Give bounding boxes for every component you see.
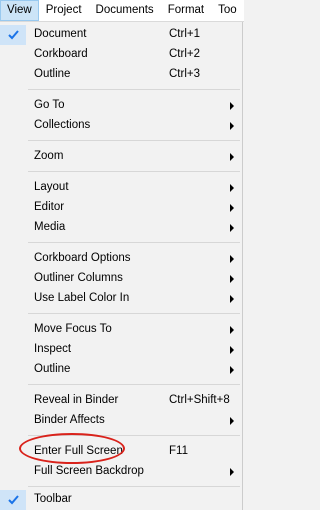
menu-item-label: Zoom bbox=[34, 150, 64, 162]
submenu-arrow-icon bbox=[230, 295, 234, 303]
menu-item-label: Full Screen Backdrop bbox=[34, 465, 144, 477]
checkmark-cell bbox=[0, 25, 26, 45]
menu-item-outliner-columns[interactable]: Outliner Columns bbox=[0, 269, 242, 289]
menu-item-document[interactable]: Document Ctrl+1 bbox=[0, 25, 242, 45]
menubar-documents[interactable]: Documents bbox=[89, 0, 161, 21]
submenu-arrow-icon bbox=[230, 102, 234, 110]
view-menu-dropdown: Document Ctrl+1 Corkboard Ctrl+2 Outline… bbox=[0, 22, 243, 510]
menubar-tools[interactable]: Too bbox=[211, 0, 244, 21]
checkmark-cell bbox=[0, 490, 26, 510]
menu-item-shortcut: Ctrl+2 bbox=[169, 48, 200, 60]
submenu-arrow-icon bbox=[230, 346, 234, 354]
menu-separator bbox=[28, 242, 240, 243]
menu-item-label: Collections bbox=[34, 119, 91, 131]
menu-item-media[interactable]: Media bbox=[0, 218, 242, 238]
menu-item-label: Outline bbox=[34, 68, 71, 80]
menu-item-inspect[interactable]: Inspect bbox=[0, 340, 242, 360]
menu-item-zoom[interactable]: Zoom bbox=[0, 147, 242, 167]
submenu-arrow-icon bbox=[230, 255, 234, 263]
submenu-arrow-icon bbox=[230, 468, 234, 476]
submenu-arrow-icon bbox=[230, 366, 234, 374]
menu-item-label: Inspect bbox=[34, 343, 72, 355]
menu-separator bbox=[28, 486, 240, 487]
menu-item-outline-submenu[interactable]: Outline bbox=[0, 360, 242, 380]
menubar-project[interactable]: Project bbox=[39, 0, 89, 21]
menu-item-label: Media bbox=[34, 221, 66, 233]
menu-item-outline-view[interactable]: Outline Ctrl+3 bbox=[0, 65, 242, 85]
menu-item-use-label-color-in[interactable]: Use Label Color In bbox=[0, 289, 242, 309]
submenu-arrow-icon bbox=[230, 326, 234, 334]
menubar-format[interactable]: Format bbox=[161, 0, 211, 21]
menu-item-full-screen-backdrop[interactable]: Full Screen Backdrop bbox=[0, 462, 242, 482]
menu-item-shortcut: Ctrl+1 bbox=[169, 28, 200, 40]
menu-item-toolbar[interactable]: Toolbar bbox=[0, 490, 242, 510]
menu-item-label: Corkboard bbox=[34, 48, 88, 60]
submenu-arrow-icon bbox=[230, 153, 234, 161]
menu-item-label: Enter Full Screen bbox=[34, 445, 123, 457]
menu-item-label: Move Focus To bbox=[34, 323, 112, 335]
checkmark-icon bbox=[8, 495, 19, 505]
menu-item-shortcut: F11 bbox=[169, 445, 188, 457]
menu-item-go-to[interactable]: Go To bbox=[0, 96, 242, 116]
menu-item-label: Document bbox=[34, 28, 87, 40]
menu-separator bbox=[28, 140, 240, 141]
menu-separator bbox=[28, 313, 240, 314]
menu-item-label: Binder Affects bbox=[34, 414, 105, 426]
menu-item-corkboard[interactable]: Corkboard Ctrl+2 bbox=[0, 45, 242, 65]
menu-item-corkboard-options[interactable]: Corkboard Options bbox=[0, 249, 242, 269]
menu-separator bbox=[28, 384, 240, 385]
menu-item-label: Outline bbox=[34, 363, 71, 375]
menu-item-move-focus-to[interactable]: Move Focus To bbox=[0, 320, 242, 340]
menu-item-label: Layout bbox=[34, 181, 69, 193]
menu-item-label: Reveal in Binder bbox=[34, 394, 119, 406]
menu-item-enter-full-screen[interactable]: Enter Full Screen F11 bbox=[0, 442, 242, 462]
submenu-arrow-icon bbox=[230, 224, 234, 232]
menu-item-label: Outliner Columns bbox=[34, 272, 123, 284]
checkmark-icon bbox=[8, 30, 19, 40]
submenu-arrow-icon bbox=[230, 184, 234, 192]
menu-separator bbox=[28, 435, 240, 436]
menubar-view[interactable]: View bbox=[0, 0, 39, 21]
menu-item-label: Corkboard Options bbox=[34, 252, 131, 264]
menu-item-label: Toolbar bbox=[34, 493, 72, 505]
submenu-arrow-icon bbox=[230, 417, 234, 425]
menu-item-editor[interactable]: Editor bbox=[0, 198, 242, 218]
menu-item-shortcut: Ctrl+3 bbox=[169, 68, 200, 80]
menu-item-label: Go To bbox=[34, 99, 65, 111]
menu-item-reveal-in-binder[interactable]: Reveal in Binder Ctrl+Shift+8 bbox=[0, 391, 242, 411]
submenu-arrow-icon bbox=[230, 122, 234, 130]
menu-item-label: Use Label Color In bbox=[34, 292, 130, 304]
menu-item-label: Editor bbox=[34, 201, 65, 213]
menu-item-binder-affects[interactable]: Binder Affects bbox=[0, 411, 242, 431]
submenu-arrow-icon bbox=[230, 204, 234, 212]
menu-item-layout[interactable]: Layout bbox=[0, 178, 242, 198]
submenu-arrow-icon bbox=[230, 275, 234, 283]
menu-item-shortcut: Ctrl+Shift+8 bbox=[169, 394, 230, 406]
menu-separator bbox=[28, 171, 240, 172]
menu-bar: View Project Documents Format Too bbox=[0, 0, 244, 22]
menu-item-collections[interactable]: Collections bbox=[0, 116, 242, 136]
menu-separator bbox=[28, 89, 240, 90]
